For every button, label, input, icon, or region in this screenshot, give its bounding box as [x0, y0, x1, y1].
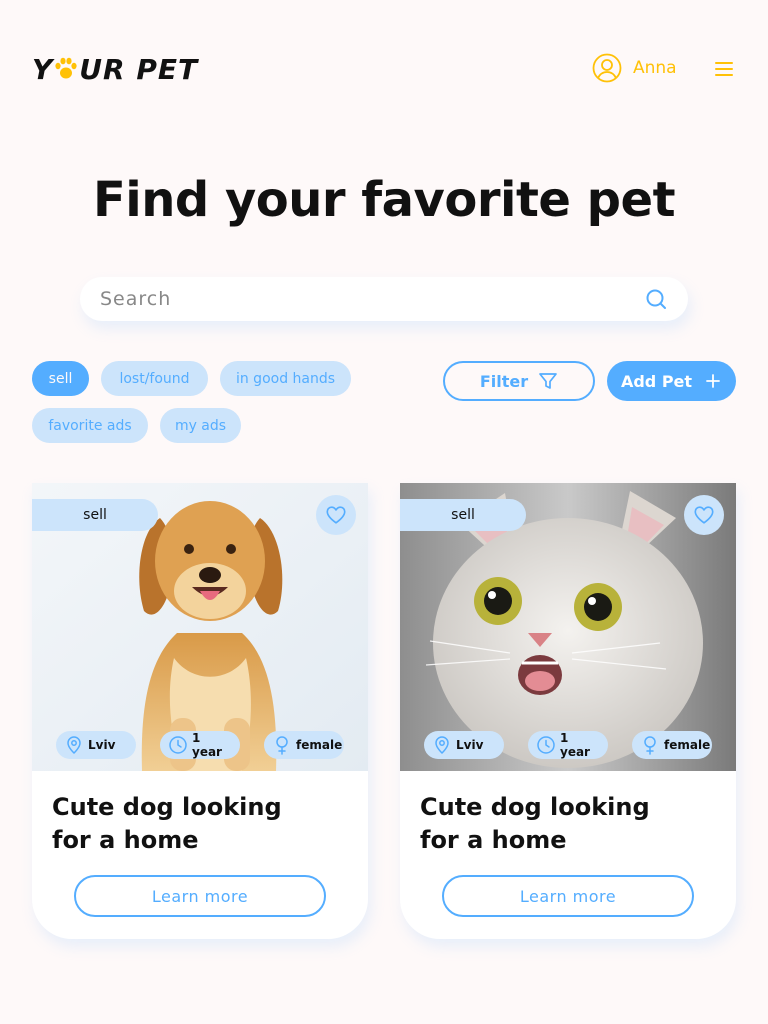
- category-label: lost/found: [119, 370, 190, 387]
- page-title: Find your favorite pet: [92, 172, 676, 228]
- heart-icon: [694, 506, 714, 524]
- card-title: Cute dog looking for a home: [420, 793, 650, 854]
- search-input[interactable]: [100, 288, 644, 310]
- age-info: 1 year: [160, 731, 240, 759]
- category-label: favorite ads: [48, 417, 132, 434]
- category-lost-found[interactable]: lost/found: [101, 361, 208, 396]
- filter-button[interactable]: Filter: [443, 361, 595, 401]
- sex-info: female: [264, 731, 344, 759]
- category-in-good-hands[interactable]: in good hands: [220, 361, 351, 396]
- logo[interactable]: Y UR PET: [32, 52, 198, 86]
- category-badge: sell: [32, 499, 158, 531]
- clock-icon: [537, 736, 555, 754]
- learn-more-label: Learn more: [151, 886, 249, 906]
- filter-icon: [539, 373, 557, 389]
- category-badge-label: sell: [451, 507, 475, 523]
- category-badge-label: sell: [83, 507, 107, 523]
- age-text: 1 year: [560, 731, 590, 759]
- search-icon[interactable]: [644, 287, 668, 311]
- logo-text-start: Y: [32, 52, 54, 86]
- age-info: 1 year: [528, 731, 608, 759]
- user-account[interactable]: Anna: [592, 53, 677, 83]
- filter-label: Filter: [479, 371, 529, 391]
- favorite-button[interactable]: [684, 495, 724, 535]
- category-my-ads[interactable]: my ads: [160, 408, 241, 443]
- sex-text: female: [296, 738, 343, 752]
- clock-icon: [169, 736, 187, 754]
- category-label: in good hands: [235, 370, 336, 387]
- sex-info: female: [632, 731, 712, 759]
- user-name: Anna: [633, 58, 677, 78]
- search-bar: [80, 277, 688, 321]
- location-text: Lviv: [88, 738, 116, 752]
- category-label: my ads: [174, 417, 227, 434]
- pet-card: sell Lviv 1 year female Cute dog looking…: [32, 483, 368, 939]
- location-pin-icon: [67, 736, 81, 755]
- sex-text: female: [664, 738, 711, 752]
- location-pin-icon: [435, 736, 449, 755]
- paw-icon: [55, 57, 77, 79]
- age-text: 1 year: [192, 731, 222, 759]
- category-label: sell: [48, 370, 73, 387]
- category-sell[interactable]: sell: [32, 361, 89, 396]
- user-circle-icon: [592, 53, 622, 83]
- card-title: Cute dog looking for a home: [52, 793, 282, 854]
- add-pet-button[interactable]: Add Pet: [607, 361, 736, 401]
- heart-icon: [326, 506, 346, 524]
- hamburger-menu-icon[interactable]: [712, 57, 736, 81]
- pet-card: sell Lviv 1 year female Cute dog looking…: [400, 483, 736, 939]
- category-badge: sell: [400, 499, 526, 531]
- learn-more-button[interactable]: Learn more: [442, 875, 694, 917]
- learn-more-button[interactable]: Learn more: [74, 875, 326, 917]
- learn-more-label: Learn more: [519, 886, 617, 906]
- plus-icon: [706, 374, 720, 388]
- location-info: Lviv: [56, 731, 136, 759]
- female-icon: [276, 736, 288, 755]
- location-text: Lviv: [456, 738, 484, 752]
- location-info: Lviv: [424, 731, 504, 759]
- logo-text-end: UR PET: [79, 52, 199, 86]
- add-pet-label: Add Pet: [620, 371, 693, 391]
- favorite-button[interactable]: [316, 495, 356, 535]
- category-favorite-ads[interactable]: favorite ads: [32, 408, 148, 443]
- female-icon: [644, 736, 656, 755]
